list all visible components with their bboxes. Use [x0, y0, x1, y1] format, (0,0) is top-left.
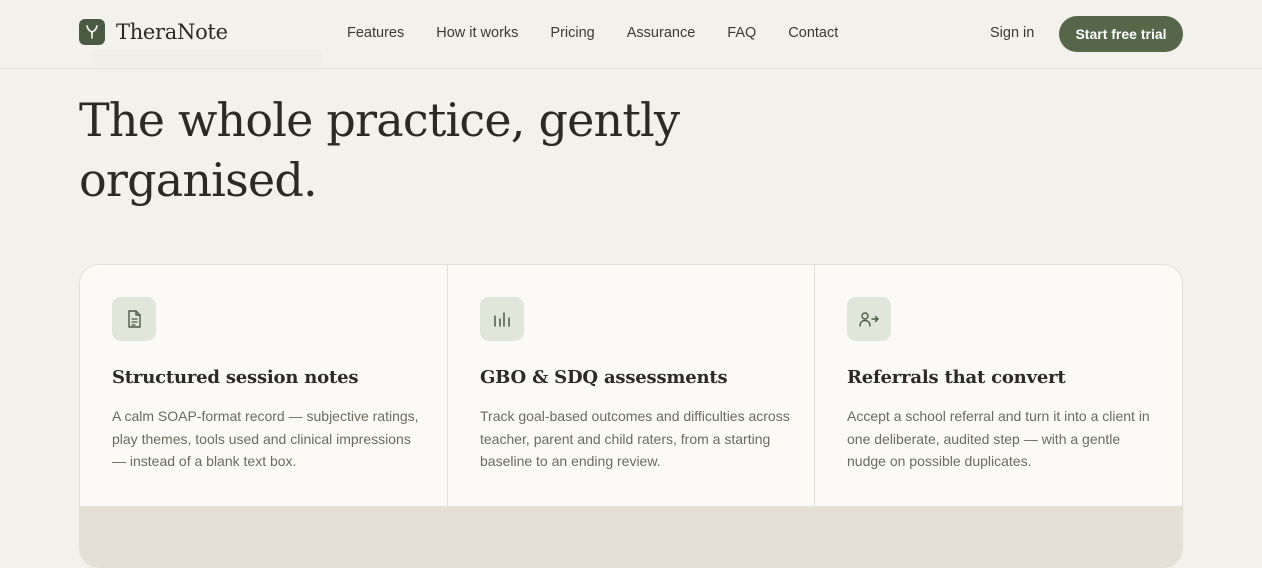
- nav-link-features[interactable]: Features: [347, 25, 404, 41]
- start-free-trial-button[interactable]: Start free trial: [1059, 16, 1183, 52]
- feature-title: GBO & SDQ assessments: [480, 367, 728, 388]
- bar-chart-icon: [480, 297, 524, 341]
- brand-logo[interactable]: TheraNote: [79, 18, 228, 46]
- nav-link-faq[interactable]: FAQ: [727, 25, 756, 41]
- hero-title: The whole practice, gently organised.: [79, 90, 759, 210]
- nav-link-assurance[interactable]: Assurance: [627, 25, 696, 41]
- hero-title-line-1: The whole practice, gently: [79, 93, 680, 147]
- sign-in-link[interactable]: Sign in: [990, 25, 1034, 41]
- hero-title-line-2: organised.: [79, 153, 318, 207]
- decorative-bar: [92, 49, 322, 67]
- feature-title: Structured session notes: [112, 367, 359, 388]
- brand-name: TheraNote: [116, 20, 228, 44]
- feature-card-referrals: Referrals that convert Accept a school r…: [815, 265, 1182, 506]
- primary-nav: Features How it works Pricing Assurance …: [347, 25, 838, 41]
- nav-link-how-it-works[interactable]: How it works: [436, 25, 518, 41]
- feature-description: A calm SOAP-format record — subjective r…: [112, 408, 419, 469]
- feature-description: Track goal-based outcomes and difficulti…: [480, 408, 790, 469]
- features-panel: Structured session notes A calm SOAP-for…: [79, 264, 1183, 568]
- preview-panel: [80, 506, 1182, 567]
- user-arrow-icon: [847, 297, 891, 341]
- leaf-y-icon: [79, 19, 105, 45]
- feature-description: Accept a school referral and turn it int…: [847, 408, 1150, 469]
- document-icon: [112, 297, 156, 341]
- feature-card-assessments: GBO & SDQ assessments Track goal-based o…: [448, 265, 815, 506]
- nav-link-pricing[interactable]: Pricing: [550, 25, 594, 41]
- feature-title: Referrals that convert: [847, 367, 1066, 388]
- feature-card-session-notes: Structured session notes A calm SOAP-for…: [80, 265, 448, 506]
- nav-link-contact[interactable]: Contact: [788, 25, 838, 41]
